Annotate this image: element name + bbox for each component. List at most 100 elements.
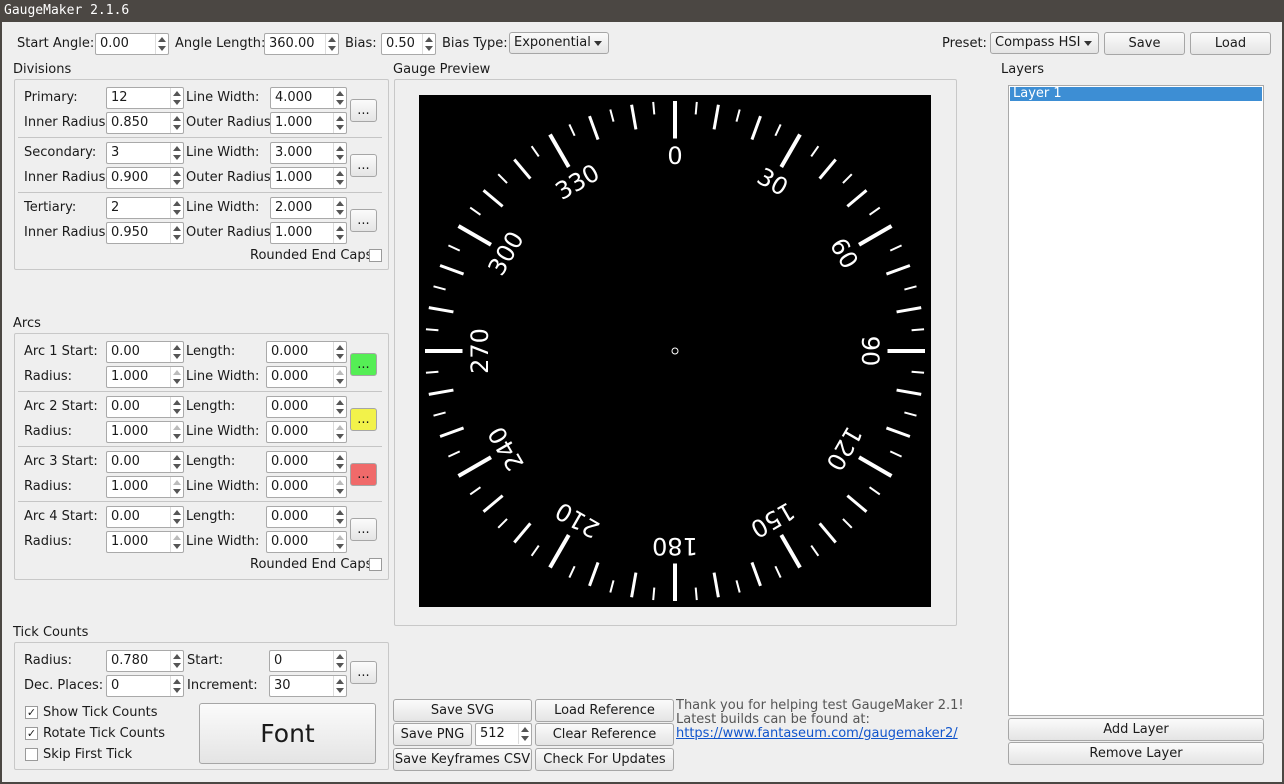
arc-start-spinbox[interactable]: 0.00	[106, 396, 184, 418]
spin-arrows-icon[interactable]	[333, 223, 346, 243]
arc-radius-spinbox[interactable]: 1.000	[106, 476, 184, 498]
spin-arrows-icon[interactable]	[325, 34, 338, 54]
arc-length-spinbox[interactable]: 0.000	[266, 451, 347, 473]
spin-arrows-icon[interactable]	[170, 676, 183, 696]
tick-counts-more-button[interactable]: ...	[350, 661, 377, 684]
save-png-button[interactable]: Save PNG	[393, 723, 472, 746]
load-reference-button[interactable]: Load Reference	[535, 699, 674, 722]
spin-arrows-icon[interactable]	[333, 676, 346, 696]
arc-color-button[interactable]: ...	[350, 353, 377, 376]
bias-spinbox[interactable]: 0.50	[381, 33, 436, 55]
spin-arrows-icon[interactable]	[170, 168, 183, 188]
spin-arrows-icon[interactable]	[333, 452, 346, 472]
tick-start-spinbox[interactable]: 0	[269, 650, 347, 672]
spin-arrows-icon[interactable]	[333, 198, 346, 218]
division-count-spinbox[interactable]: 3	[106, 142, 184, 164]
spin-arrows-icon[interactable]	[333, 477, 346, 497]
tick-increment-spinbox[interactable]: 30	[269, 675, 347, 697]
preset-save-button[interactable]: Save	[1104, 32, 1185, 55]
spin-arrows-icon[interactable]	[518, 724, 531, 744]
builds-link[interactable]: https://www.fantaseum.com/gaugemaker2/	[676, 727, 958, 741]
division-count-spinbox[interactable]: 2	[106, 197, 184, 219]
arc-line-width-spinbox[interactable]: 0.000	[266, 366, 347, 388]
spin-arrows-icon[interactable]	[170, 223, 183, 243]
arc-start-spinbox[interactable]: 0.00	[106, 341, 184, 363]
divisions-rounded-caps-checkbox[interactable]	[369, 249, 382, 262]
layers-list[interactable]: Layer 1	[1008, 85, 1264, 716]
spin-arrows-icon[interactable]	[170, 342, 183, 362]
spin-arrows-icon[interactable]	[333, 113, 346, 133]
spin-arrows-icon[interactable]	[333, 168, 346, 188]
font-button[interactable]: Font	[199, 703, 376, 764]
division-line-width-spinbox[interactable]: 3.000	[270, 142, 347, 164]
save-svg-button[interactable]: Save SVG	[393, 699, 532, 722]
start-angle-spinbox[interactable]: 0.00	[95, 33, 169, 55]
angle-length-spinbox[interactable]: 360.00	[264, 33, 339, 55]
png-size-spinbox[interactable]: 512	[475, 723, 532, 746]
spin-arrows-icon[interactable]	[155, 34, 168, 54]
spin-arrows-icon[interactable]	[333, 532, 346, 552]
arc-radius-spinbox[interactable]: 1.000	[106, 531, 184, 553]
arc-color-button[interactable]: ...	[350, 463, 377, 486]
spin-arrows-icon[interactable]	[170, 367, 183, 387]
spin-arrows-icon[interactable]	[333, 88, 346, 108]
division-inner-radius-spinbox[interactable]: 0.900	[106, 167, 184, 189]
spin-arrows-icon[interactable]	[170, 507, 183, 527]
check-for-updates-button[interactable]: Check For Updates	[535, 748, 674, 771]
division-more-button[interactable]: ...	[350, 209, 377, 232]
spin-arrows-icon[interactable]	[333, 367, 346, 387]
arc-length-spinbox[interactable]: 0.000	[266, 506, 347, 528]
bias-type-dropdown[interactable]: Exponential	[509, 32, 609, 54]
arc-color-button[interactable]: ...	[350, 518, 377, 541]
spin-arrows-icon[interactable]	[170, 477, 183, 497]
division-outer-radius-spinbox[interactable]: 1.000	[270, 167, 347, 189]
remove-layer-button[interactable]: Remove Layer	[1008, 742, 1264, 765]
spin-arrows-icon[interactable]	[333, 143, 346, 163]
preset-load-button[interactable]: Load	[1190, 32, 1271, 55]
add-layer-button[interactable]: Add Layer	[1008, 718, 1264, 741]
spin-arrows-icon[interactable]	[170, 422, 183, 442]
save-keyframes-csv-button[interactable]: Save Keyframes CSV	[393, 748, 532, 771]
spin-arrows-icon[interactable]	[333, 397, 346, 417]
rotate-tick-counts-checkbox[interactable]: ✓	[25, 727, 38, 740]
arc-radius-spinbox[interactable]: 1.000	[106, 366, 184, 388]
arcs-rounded-caps-checkbox[interactable]	[369, 558, 382, 571]
spin-arrows-icon[interactable]	[170, 198, 183, 218]
arc-length-spinbox[interactable]: 0.000	[266, 341, 347, 363]
skip-first-tick-checkbox[interactable]	[25, 748, 38, 761]
tick-radius-spinbox[interactable]: 0.780	[106, 650, 184, 672]
division-inner-radius-spinbox[interactable]: 0.850	[106, 112, 184, 134]
arc-length-spinbox[interactable]: 0.000	[266, 396, 347, 418]
arc-line-width-spinbox[interactable]: 0.000	[266, 421, 347, 443]
arc-radius-spinbox[interactable]: 1.000	[106, 421, 184, 443]
division-line-width-spinbox[interactable]: 2.000	[270, 197, 347, 219]
spin-arrows-icon[interactable]	[333, 422, 346, 442]
division-more-button[interactable]: ...	[350, 154, 377, 177]
spin-arrows-icon[interactable]	[170, 397, 183, 417]
spin-arrows-icon[interactable]	[333, 651, 346, 671]
arc-start-spinbox[interactable]: 0.00	[106, 506, 184, 528]
arc-start-spinbox[interactable]: 0.00	[106, 451, 184, 473]
spin-arrows-icon[interactable]	[170, 651, 183, 671]
spin-arrows-icon[interactable]	[333, 507, 346, 527]
spin-arrows-icon[interactable]	[170, 143, 183, 163]
division-line-width-spinbox[interactable]: 4.000	[270, 87, 347, 109]
layer-list-item[interactable]: Layer 1	[1010, 87, 1262, 101]
division-outer-radius-spinbox[interactable]: 1.000	[270, 222, 347, 244]
spin-arrows-icon[interactable]	[422, 34, 435, 54]
spin-arrows-icon[interactable]	[170, 88, 183, 108]
division-inner-radius-spinbox[interactable]: 0.950	[106, 222, 184, 244]
division-outer-radius-spinbox[interactable]: 1.000	[270, 112, 347, 134]
spin-arrows-icon[interactable]	[170, 532, 183, 552]
spin-arrows-icon[interactable]	[170, 452, 183, 472]
arc-color-button[interactable]: ...	[350, 408, 377, 431]
clear-reference-button[interactable]: Clear Reference	[535, 723, 674, 746]
preset-dropdown[interactable]: Compass HSI	[990, 32, 1099, 54]
division-more-button[interactable]: ...	[350, 99, 377, 122]
show-tick-counts-checkbox[interactable]: ✓	[25, 706, 38, 719]
arc-line-width-spinbox[interactable]: 0.000	[266, 531, 347, 553]
tick-dec-places-spinbox[interactable]: 0	[106, 675, 184, 697]
arc-line-width-spinbox[interactable]: 0.000	[266, 476, 347, 498]
division-count-spinbox[interactable]: 12	[106, 87, 184, 109]
spin-arrows-icon[interactable]	[333, 342, 346, 362]
